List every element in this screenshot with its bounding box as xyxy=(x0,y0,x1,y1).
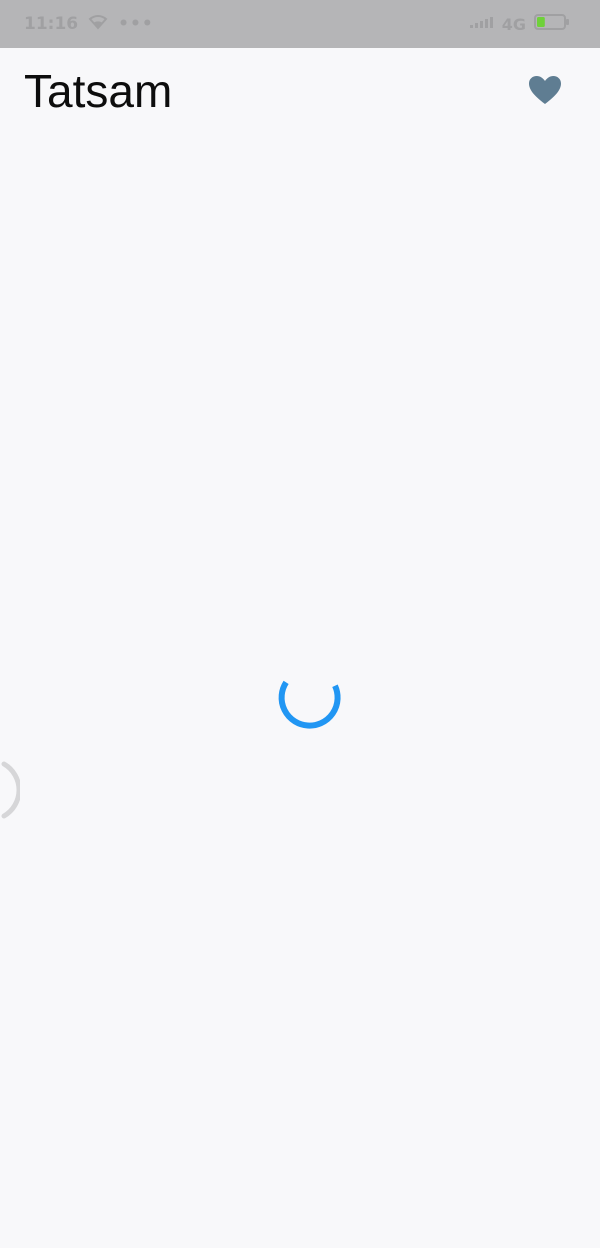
heart-icon xyxy=(528,75,562,110)
app-header: Tatsam xyxy=(0,48,600,140)
pull-to-refresh-arc xyxy=(0,760,22,820)
app-title: Tatsam xyxy=(24,65,173,117)
status-right: 4G xyxy=(469,0,570,48)
signal-icon xyxy=(469,14,494,35)
wifi-icon xyxy=(88,14,108,35)
loading-spinner xyxy=(276,666,342,732)
network-type: 4G xyxy=(501,14,526,34)
status-bar: 11:16 ••• 4G xyxy=(0,0,600,48)
battery-icon xyxy=(534,13,570,36)
status-time: 11:16 xyxy=(24,14,79,34)
notification-dots-icon: ••• xyxy=(118,14,154,34)
favorites-button[interactable] xyxy=(523,70,567,114)
status-left: 11:16 ••• xyxy=(24,0,154,48)
